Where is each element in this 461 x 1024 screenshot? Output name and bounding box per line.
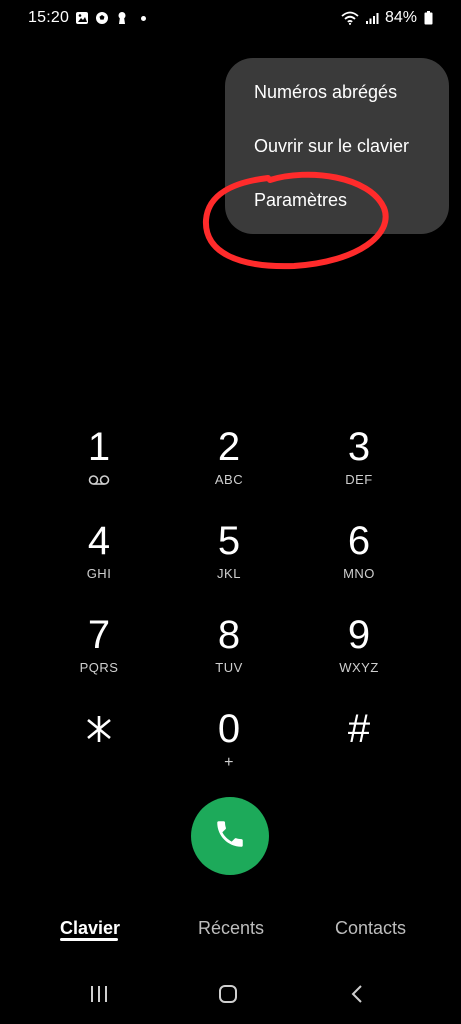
key-digit: 6 (347, 519, 371, 563)
key-digit: 5 (217, 519, 241, 563)
asterisk-icon (85, 706, 113, 744)
key-0[interactable]: 0 + (164, 702, 294, 796)
tab-contacts[interactable]: Contacts (335, 918, 406, 939)
voicemail-icon (88, 472, 110, 488)
key-8[interactable]: 8 TUV (164, 608, 294, 702)
menu-item-open-keypad[interactable]: Ouvrir sur le clavier (225, 128, 449, 182)
status-right: 84% (341, 9, 433, 27)
key-digit: 8 (217, 613, 241, 657)
menu-item-speed-dial[interactable]: Numéros abrégés (225, 74, 449, 128)
key-2[interactable]: 2 ABC (164, 420, 294, 514)
battery-icon (423, 11, 433, 25)
status-left: 15:20 (28, 9, 147, 27)
key-letters: TUV (215, 660, 243, 675)
back-icon[interactable] (342, 982, 372, 1006)
signal-icon (365, 11, 379, 25)
tab-clavier[interactable]: Clavier (60, 918, 120, 939)
call-button[interactable] (191, 797, 269, 875)
home-icon[interactable] (213, 982, 243, 1006)
key-letters: + (224, 754, 234, 771)
navigation-bar (0, 976, 461, 1012)
key-star[interactable] (34, 702, 164, 796)
battery-percentage: 84% (384, 9, 417, 26)
dial-keypad: 1 2 ABC 3 DEF 4 GHI 5 JKL 6 MNO 7 PQRS 8… (34, 420, 426, 796)
key-letters: ABC (214, 472, 244, 487)
wifi-icon (341, 11, 359, 25)
tab-recents[interactable]: Récents (198, 918, 264, 939)
key-3[interactable]: 3 DEF (294, 420, 424, 514)
key-letters: MNO (343, 566, 375, 581)
key-digit: 1 (87, 425, 111, 469)
status-bar: 15:20 84% (0, 0, 461, 36)
key-digit: 7 (87, 613, 111, 657)
key-5[interactable]: 5 JKL (164, 514, 294, 608)
key-letters: WXYZ (339, 660, 379, 675)
menu-item-settings[interactable]: Paramètres (225, 182, 449, 236)
key-digit: 3 (347, 425, 371, 469)
gallery-icon (75, 11, 89, 25)
notification-dot (141, 15, 147, 21)
status-time: 15:20 (28, 9, 70, 26)
key-letters: DEF (345, 472, 373, 487)
key-digit: 4 (87, 519, 111, 563)
key-hash[interactable]: # (294, 702, 424, 796)
key-letters: GHI (86, 566, 112, 581)
key-letters: PQRS (79, 660, 119, 675)
key-7[interactable]: 7 PQRS (34, 608, 164, 702)
active-tab-indicator (60, 938, 118, 941)
key-9[interactable]: 9 WXYZ (294, 608, 424, 702)
key-4[interactable]: 4 GHI (34, 514, 164, 608)
key-letters: JKL (217, 566, 241, 581)
overflow-menu: Numéros abrégés Ouvrir sur le clavier Pa… (225, 58, 449, 234)
keyhole-icon (115, 11, 129, 25)
key-digit: 9 (347, 613, 371, 657)
phone-icon (213, 817, 247, 856)
key-digit: 2 (217, 425, 241, 469)
recent-apps-icon[interactable] (84, 982, 114, 1006)
key-6[interactable]: 6 MNO (294, 514, 424, 608)
key-digit: # (347, 707, 371, 751)
soccer-ball-icon (95, 11, 109, 25)
key-digit: 0 (217, 707, 241, 751)
key-1[interactable]: 1 (34, 420, 164, 514)
